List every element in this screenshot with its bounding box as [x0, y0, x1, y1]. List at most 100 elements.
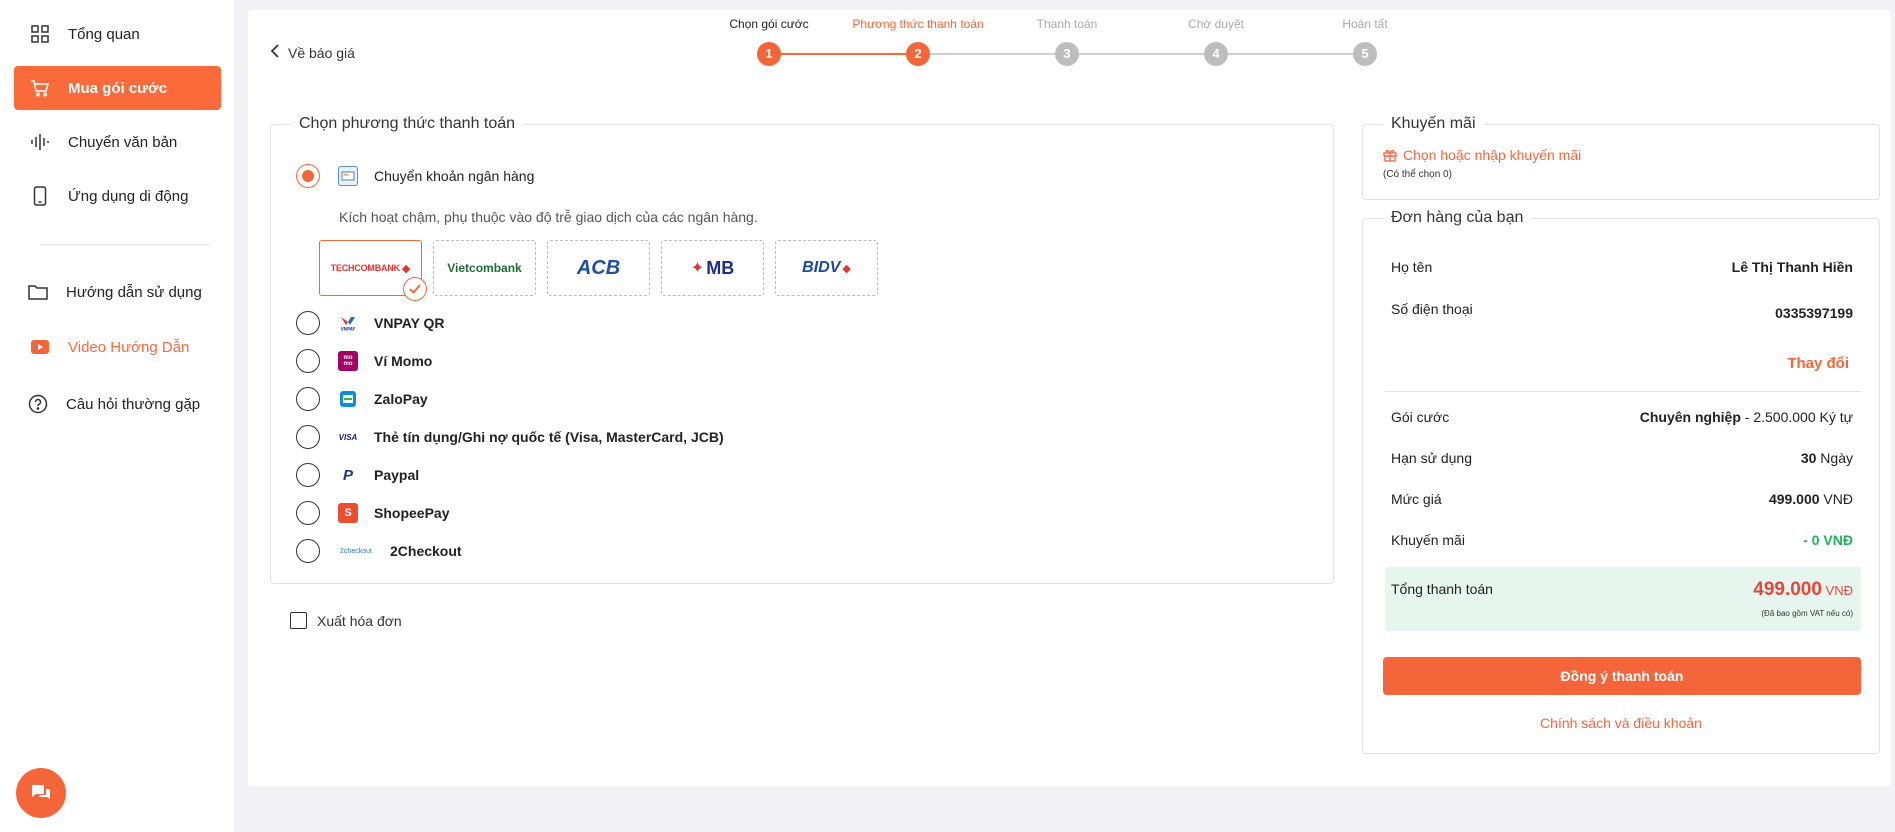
sidebar-item-label: Mua gói cước — [68, 79, 168, 97]
promotion-note: (Có thể chọn 0) — [1383, 169, 1452, 180]
payment-option-2checkout[interactable]: 2checkout 2Checkout — [296, 539, 462, 563]
step-2: Phương thức thanh toán 2 — [848, 16, 988, 66]
audio-wave-icon — [30, 132, 50, 152]
sidebar-item-label: Chuyển văn bản — [68, 133, 178, 151]
policy-terms-link[interactable]: Chính sách và điều khoản — [1363, 715, 1879, 731]
chat-icon — [32, 785, 50, 799]
promotion-legend: Khuyến mãi — [1383, 115, 1484, 133]
chat-button[interactable] — [16, 768, 66, 818]
radio-unselected[interactable] — [296, 311, 320, 335]
payment-option-vnpay[interactable]: VNPAY VNPAY QR — [296, 311, 445, 335]
bank-option-vietcombank[interactable]: Vietcombank — [433, 240, 536, 296]
agree-payment-button[interactable]: Đồng ý thanh toán — [1383, 657, 1861, 695]
sidebar: Tổng quan Mua gói cước Chuyển văn bản Ứn… — [0, 0, 234, 832]
order-row-phone: Số điện thoại 0335397199 — [1391, 301, 1853, 321]
sidebar-item-buy-package[interactable]: Mua gói cước — [14, 66, 221, 110]
discount-label: Khuyến mãi — [1391, 532, 1465, 548]
vnpay-logo-icon: VNPAY — [338, 313, 358, 333]
momo-logo-icon: mo mo — [338, 351, 358, 371]
sidebar-item-overview[interactable]: Tổng quan — [14, 12, 221, 56]
price-unit: VNĐ — [1819, 491, 1853, 507]
sidebar-item-label: Video Hướng Dẫn — [68, 338, 190, 356]
payment-option-shopeepay[interactable]: S ShopeePay — [296, 501, 449, 525]
order-legend: Đơn hàng của bạn — [1383, 209, 1532, 227]
bank-name: Vietcombank — [447, 261, 522, 275]
step-1: Chọn gói cước 1 — [699, 16, 839, 66]
bank-transfer-description: Kích hoạt chậm, phụ thuộc vào độ trễ gia… — [339, 209, 758, 225]
duration-number: 30 — [1800, 450, 1817, 466]
radio-unselected[interactable] — [296, 387, 320, 411]
payment-option-label: 2Checkout — [390, 543, 462, 559]
radio-unselected[interactable] — [296, 425, 320, 449]
promotion-link-label: Chọn hoặc nhập khuyến mãi — [1403, 147, 1582, 163]
step-label: Phương thức thanh toán — [852, 17, 984, 31]
step-label: Chờ duyệt — [1188, 17, 1244, 31]
payment-option-card[interactable]: VISA Thẻ tín dụng/Ghi nợ quốc tế (Visa, … — [296, 425, 724, 449]
sidebar-item-speech-to-text[interactable]: Chuyển văn bản — [14, 120, 221, 164]
payment-option-label: Thẻ tín dụng/Ghi nợ quốc tế (Visa, Maste… — [374, 429, 724, 445]
sidebar-item-user-guide[interactable]: Hướng dẫn sử dụng — [14, 270, 221, 314]
bank-name: TECHCOMBANK — [330, 263, 400, 273]
bidv-logo-icon: ◆ — [842, 262, 851, 275]
techcombank-logo-icon: ◆ — [401, 262, 411, 275]
radio-unselected[interactable] — [296, 349, 320, 373]
step-label: Thanh toán — [1036, 17, 1098, 31]
duration-label: Hạn sử dụng — [1391, 450, 1472, 466]
gift-icon — [1383, 148, 1397, 162]
order-summary-section: Đơn hàng của bạn Họ tên Lê Thị Thanh Hiề… — [1362, 209, 1880, 754]
payment-option-label: Chuyển khoản ngân hàng — [374, 168, 535, 184]
sidebar-item-label: Tổng quan — [68, 25, 140, 43]
price-number: 499.000 — [1768, 491, 1820, 507]
checkmark-icon — [403, 277, 427, 301]
invoice-label: Xuất hóa đơn — [317, 612, 402, 629]
export-invoice-checkbox[interactable]: Xuất hóa đơn — [290, 612, 402, 629]
bank-list: TECHCOMBANK ◆ Vietcombank ACB ✦ MB BIDV … — [319, 240, 878, 301]
order-row-package: Gói cước Chuyên nghiệp - 2.500.000 Ký tự — [1391, 409, 1853, 425]
payment-option-label: ZaloPay — [374, 391, 428, 407]
name-label: Họ tên — [1391, 259, 1433, 275]
payment-option-zalopay[interactable]: ZaloPay — [296, 387, 428, 411]
payment-option-label: Paypal — [374, 467, 420, 483]
package-detail: - 2.500.000 Ký tự — [1740, 409, 1853, 425]
cart-icon — [30, 78, 50, 98]
order-row-discount: Khuyến mãi - 0 VNĐ — [1391, 532, 1853, 548]
phone-label: Số điện thoại — [1391, 301, 1473, 317]
sidebar-item-mobile-app[interactable]: Ứng dụng di động — [14, 174, 221, 218]
step-label: Hoàn tất — [1342, 17, 1388, 31]
mb-star-icon: ✦ — [690, 260, 705, 277]
sidebar-item-video-guide[interactable]: Video Hướng Dẫn — [14, 325, 221, 369]
bank-option-mb[interactable]: ✦ MB — [661, 240, 764, 296]
step-number: 2 — [906, 42, 930, 66]
package-label: Gói cước — [1391, 409, 1450, 425]
radio-unselected[interactable] — [296, 539, 320, 563]
checkbox[interactable] — [290, 612, 307, 629]
radio-unselected[interactable] — [296, 463, 320, 487]
order-row-price: Mức giá 499.000 VNĐ — [1391, 491, 1853, 507]
bank-name: ACB — [576, 256, 621, 279]
payment-option-label: ShopeePay — [374, 505, 450, 521]
payment-option-momo[interactable]: mo mo Ví Momo — [296, 349, 432, 373]
bank-option-acb[interactable]: ACB — [547, 240, 650, 296]
main-panel: Về báo giá Chọn gói cước 1 Phương thức t… — [248, 10, 1891, 786]
payment-option-paypal[interactable]: P Paypal — [296, 463, 419, 487]
payment-option-bank-transfer[interactable]: Chuyển khoản ngân hàng — [296, 164, 534, 188]
bank-option-bidv[interactable]: BIDV ◆ — [775, 240, 878, 296]
phone-icon — [30, 186, 50, 206]
payment-option-label: VNPAY QR — [374, 315, 445, 331]
step-number: 1 — [757, 42, 781, 66]
divider — [1385, 391, 1861, 392]
sidebar-divider — [40, 244, 210, 245]
video-play-icon — [30, 337, 50, 357]
step-3: Thanh toán 3 — [997, 16, 1137, 66]
step-label: Chọn gói cước — [729, 17, 809, 31]
total-number: 499.000 — [1753, 579, 1822, 600]
choose-promotion-link[interactable]: Chọn hoặc nhập khuyến mãi — [1383, 147, 1581, 163]
sidebar-item-faq[interactable]: Câu hỏi thường gặp — [14, 382, 221, 426]
svg-text:VNPAY: VNPAY — [341, 327, 356, 332]
bank-name: BIDV — [802, 259, 841, 276]
change-info-link[interactable]: Thay đổi — [1787, 355, 1849, 372]
bank-option-techcombank[interactable]: TECHCOMBANK ◆ — [319, 240, 427, 301]
checkout-stepper: Chọn gói cước 1 Phương thức thanh toán 2… — [248, 10, 1891, 80]
radio-unselected[interactable] — [296, 501, 320, 525]
radio-selected[interactable] — [296, 164, 320, 188]
